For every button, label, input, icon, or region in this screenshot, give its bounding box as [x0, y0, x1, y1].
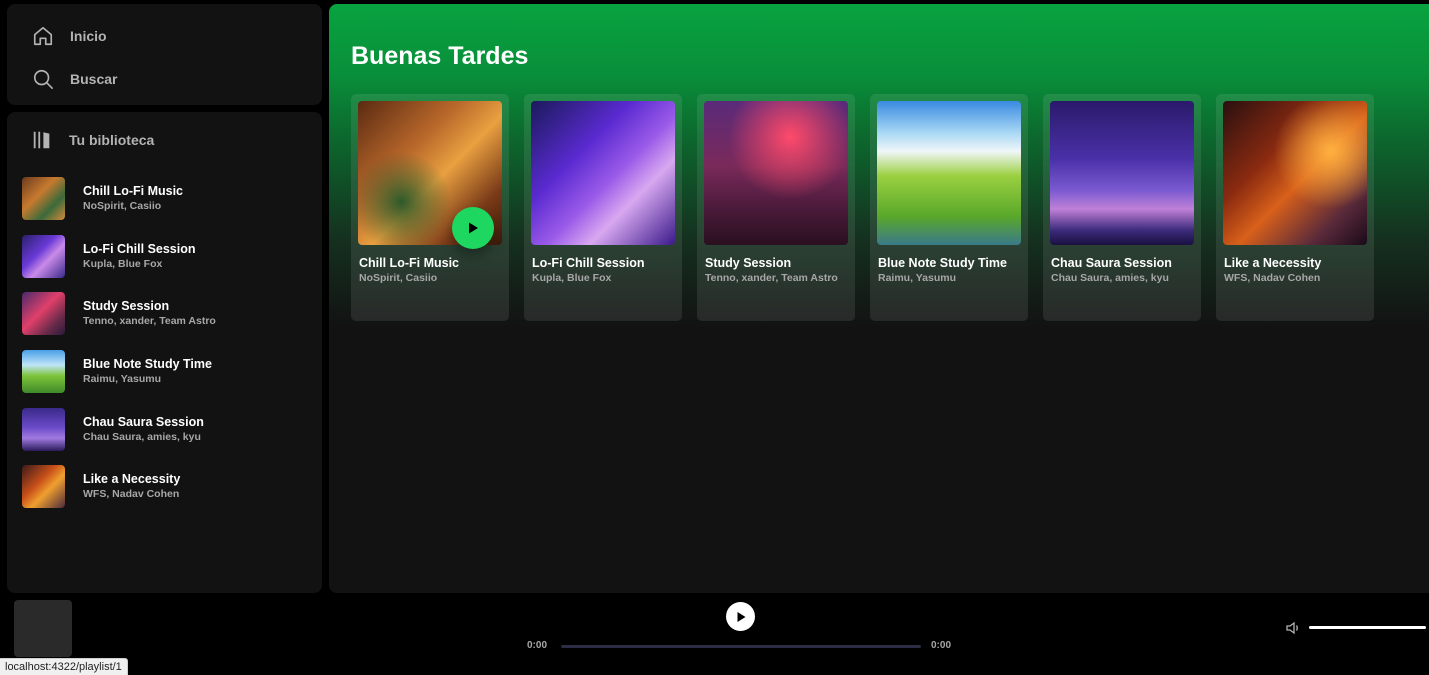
volume-slider[interactable] [1309, 626, 1426, 629]
playlist-cover [704, 101, 848, 245]
playlist-cards: Chill Lo-Fi Music NoSpirit, Casiio Lo-Fi… [351, 94, 1374, 321]
playlist-card[interactable]: Chau Saura Session Chau Saura, amies, ky… [1043, 94, 1201, 321]
play-icon [469, 222, 478, 234]
library-header[interactable]: Tu biblioteca [7, 112, 322, 168]
library-item[interactable]: Chau Saura Session Chau Saura, amies, kyu [22, 400, 312, 458]
status-bar-url: localhost:4322/playlist/1 [0, 658, 128, 675]
card-title: Blue Note Study Time [878, 256, 1007, 270]
library-item[interactable]: Like a Necessity WFS, Nadav Cohen [22, 458, 312, 516]
card-title: Lo-Fi Chill Session [532, 256, 645, 270]
play-button[interactable] [452, 207, 494, 249]
now-playing-cover [14, 600, 72, 657]
playlist-cover [22, 465, 65, 509]
player-bar: 0:00 0:00 [0, 593, 1429, 675]
progress-bar[interactable] [561, 645, 921, 648]
playlist-cover [22, 407, 65, 451]
library-item[interactable]: Chill Lo-Fi Music NoSpirit, Casiio [22, 170, 312, 228]
library-item[interactable]: Blue Note Study Time Raimu, Yasumu [22, 343, 312, 401]
library-item-title: Lo-Fi Chill Session [83, 241, 196, 256]
card-subtitle: WFS, Nadav Cohen [1224, 272, 1321, 284]
card-subtitle: Tenno, xander, Team Astro [705, 272, 838, 284]
playlist-cover [22, 350, 65, 394]
library-item-subtitle: Tenno, xander, Team Astro [83, 315, 216, 328]
playlist-card[interactable]: Study Session Tenno, xander, Team Astro [697, 94, 855, 321]
library-item-subtitle: Chau Saura, amies, kyu [83, 430, 201, 443]
card-subtitle: Kupla, Blue Fox [532, 272, 612, 284]
playlist-card[interactable]: Like a Necessity WFS, Nadav Cohen [1216, 94, 1374, 321]
nav-home[interactable]: Inicio [7, 14, 322, 57]
card-title: Like a Necessity [1224, 256, 1322, 270]
playlist-cover [1223, 101, 1367, 245]
library-item-subtitle: Kupla, Blue Fox [83, 257, 163, 270]
nav-panel: Inicio Buscar [7, 4, 322, 105]
card-subtitle: NoSpirit, Casiio [359, 272, 438, 284]
library-item[interactable]: Lo-Fi Chill Session Kupla, Blue Fox [22, 228, 312, 286]
card-title: Chau Saura Session [1051, 256, 1172, 270]
playlist-cover [22, 234, 65, 278]
nav-search-label: Buscar [70, 70, 118, 87]
playlist-card[interactable]: Blue Note Study Time Raimu, Yasumu [870, 94, 1028, 321]
library-item-title: Study Session [83, 299, 170, 314]
card-title: Study Session [705, 256, 792, 270]
playlist-cover [22, 177, 65, 221]
card-subtitle: Chau Saura, amies, kyu [1051, 272, 1169, 284]
card-subtitle: Raimu, Yasumu [878, 272, 957, 284]
play-pause-button[interactable] [726, 602, 755, 631]
nav-home-label: Inicio [70, 27, 107, 44]
playlist-cover [877, 101, 1021, 245]
library-item-title: Blue Note Study Time [83, 357, 212, 372]
playlist-cover [22, 292, 65, 336]
current-time: 0:00 [527, 640, 548, 651]
library-title: Tu biblioteca [69, 132, 155, 148]
library-icon [33, 131, 50, 149]
nav-search[interactable]: Buscar [7, 57, 322, 100]
library-panel: Tu biblioteca Chill Lo-Fi Music NoSpirit,… [7, 112, 322, 593]
card-title: Chill Lo-Fi Music [359, 256, 459, 270]
playlist-card[interactable]: Chill Lo-Fi Music NoSpirit, Casiio [351, 94, 509, 321]
playlist-card[interactable]: Lo-Fi Chill Session Kupla, Blue Fox [524, 94, 682, 321]
main-content: Buenas Tardes Chill Lo-Fi Music NoSpirit… [329, 4, 1429, 593]
library-item-subtitle: WFS, Nadav Cohen [83, 488, 180, 501]
playlist-cover [531, 101, 675, 245]
library-item-title: Chau Saura Session [83, 414, 204, 429]
play-icon [737, 611, 745, 622]
library-item-title: Chill Lo-Fi Music [83, 184, 183, 199]
playlist-cover [1050, 101, 1194, 245]
library-list: Chill Lo-Fi Music NoSpirit, Casiio Lo-Fi … [22, 170, 312, 516]
volume-icon[interactable] [1285, 620, 1301, 636]
search-icon [33, 69, 53, 89]
library-item[interactable]: Study Session Tenno, xander, Team Astro [22, 285, 312, 343]
library-item-subtitle: NoSpirit, Casiio [83, 200, 162, 213]
library-item-subtitle: Raimu, Yasumu [83, 373, 162, 386]
page-title: Buenas Tardes [351, 42, 529, 70]
total-time: 0:00 [931, 640, 952, 651]
home-icon [33, 26, 53, 45]
library-item-title: Like a Necessity [83, 472, 181, 487]
